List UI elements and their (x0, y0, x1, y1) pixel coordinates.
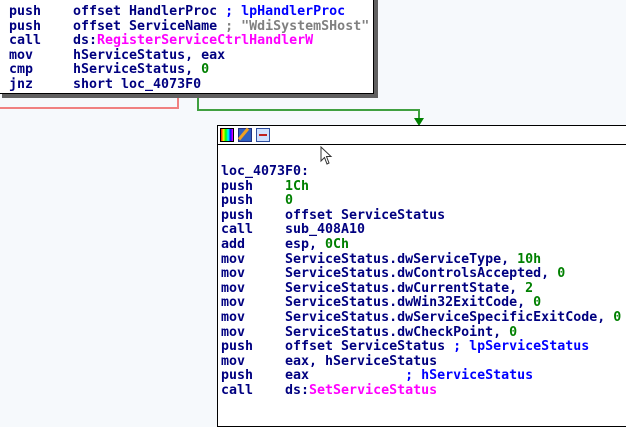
false-branch-edge (0, 92, 179, 109)
operand: ServiceStatus.dwWin32ExitCode, (285, 295, 534, 311)
comment: ; lpHandlerProc (225, 4, 346, 19)
immediate-value: 1Ch (285, 178, 310, 194)
instruction-line[interactable]: push offset ServiceStatus (221, 207, 621, 224)
code-block-register-handler[interactable]: push offset HandlerProc ; lpHandlerProc pu… (0, 0, 374, 94)
operand: ServiceStatus.dwServiceSpecificExitCode, (285, 309, 614, 325)
location-label[interactable]: loc_4073F0: (221, 164, 621, 180)
instruction-list: loc_4073F0: push 1Ch push 0 push offset Servi… (221, 164, 622, 399)
mnemonic: mov (221, 309, 246, 325)
instruction-line[interactable]: push offset ServiceName ; "WdiSystemSHost… (9, 18, 370, 35)
operand: ServiceStatus.dwCheckPoint, (285, 324, 510, 340)
mnemonic: call (221, 382, 254, 398)
instruction-line[interactable]: push eax ; hServiceStatus (221, 369, 621, 384)
immediate-value: 0 (533, 295, 542, 311)
mnemonic: push (9, 4, 42, 19)
immediate-value: 0 (285, 193, 294, 209)
operand: offset HandlerProc (73, 4, 226, 19)
mnemonic: mov (221, 353, 246, 369)
operand: esp, (285, 236, 326, 252)
instruction-line[interactable]: mov ServiceStatus.dwWin32ExitCode, 0 (221, 296, 621, 311)
immediate-value: 0 (557, 266, 566, 282)
instruction-list: push offset HandlerProc ; lpHandlerProc pu… (9, 4, 370, 93)
instruction-line[interactable]: call ds:RegisterServiceCtrlHandlerW (9, 33, 369, 49)
import-name: RegisterServiceCtrlHandlerW (97, 33, 314, 49)
mnemonic: cmp (9, 62, 34, 78)
mnemonic: mov (9, 47, 34, 63)
mnemonic: push (221, 193, 254, 209)
operand: ServiceStatus.dwServiceType, (285, 251, 518, 267)
mouse-cursor-icon (320, 146, 333, 165)
operand: ServiceStatus.dwControlsAccepted, (285, 266, 558, 282)
operand: offset ServiceName (73, 18, 226, 34)
comment: ; hServiceStatus (405, 368, 534, 384)
instruction-line[interactable]: push offset ServiceStatus ; lpServiceStat… (221, 339, 621, 355)
instruction-line[interactable]: mov ServiceStatus.dwControlsAccepted, 0 (221, 266, 621, 282)
code-block-loc-4073f0[interactable]: loc_4073F0: push 1Ch push 0 push offset Servi… (217, 125, 626, 427)
import-name: SetServiceStatus (309, 382, 438, 398)
mnemonic: push (221, 339, 254, 355)
immediate-value: 2 (525, 280, 534, 296)
operand: ServiceStatus.dwCurrentState, (285, 280, 526, 296)
mnemonic: mov (221, 324, 246, 340)
immediate-value: 0Ch (325, 236, 350, 252)
instruction-line[interactable]: mov ServiceStatus.dwServiceType, 10h (221, 251, 621, 268)
instruction-line[interactable]: push 0 (221, 193, 621, 209)
immediate-value: 0 (613, 309, 622, 325)
comment: ; lpServiceStatus (453, 339, 590, 355)
graph-node-icon[interactable] (256, 128, 270, 142)
mnemonic: mov (221, 266, 246, 282)
operand: offset ServiceStatus (285, 339, 454, 355)
mnemonic: call (9, 33, 42, 49)
immediate-value: 10h (517, 251, 542, 267)
mnemonic: mov (221, 295, 246, 311)
block-header (218, 126, 626, 145)
instruction-line[interactable]: cmp hServiceStatus, 0 (9, 63, 369, 78)
true-branch-edge (197, 92, 420, 120)
operand: offset ServiceStatus (285, 207, 446, 223)
instruction-line[interactable]: mov ServiceStatus.dwCheckPoint, 0 (221, 324, 621, 341)
operand: ds: (285, 382, 310, 398)
mnemonic: mov (221, 251, 246, 267)
instruction-line[interactable]: push offset HandlerProc ; lpHandlerProc (9, 4, 369, 20)
color-palette-icon[interactable] (220, 128, 234, 142)
instruction-line[interactable]: add esp, 0Ch (221, 236, 621, 253)
mnemonic: call (221, 222, 254, 238)
operand: hServiceStatus, eax (73, 47, 226, 63)
mnemonic: add (221, 236, 246, 252)
immediate-value: 0 (201, 62, 210, 78)
instruction-line[interactable]: push 1Ch (221, 178, 621, 195)
instruction-line[interactable]: call ds:SetServiceStatus (221, 382, 621, 399)
mnemonic: jnz (9, 76, 34, 92)
instruction-line[interactable]: call sub_408A10 (221, 223, 621, 238)
mnemonic: push (221, 178, 254, 194)
operand: sub_408A10 (285, 222, 366, 238)
operand: hServiceStatus, (73, 62, 202, 78)
edit-node-icon[interactable] (238, 128, 252, 142)
mnemonic: push (221, 368, 254, 384)
string-comment: ; "WdiSystemSHost" (225, 18, 370, 34)
mnemonic: push (9, 18, 42, 34)
mnemonic: push (221, 207, 254, 223)
operand: eax, hServiceStatus (285, 353, 438, 369)
instruction-line[interactable]: mov ServiceStatus.dwServiceSpecificExitCo… (221, 309, 622, 326)
immediate-value: 0 (509, 324, 518, 340)
mnemonic: mov (221, 280, 246, 296)
operand: eax (285, 368, 406, 384)
instruction-line[interactable]: jnz short loc_4073F0 (9, 76, 369, 93)
operand: short loc_4073F0 (73, 76, 202, 92)
operand: ds: (73, 33, 98, 49)
